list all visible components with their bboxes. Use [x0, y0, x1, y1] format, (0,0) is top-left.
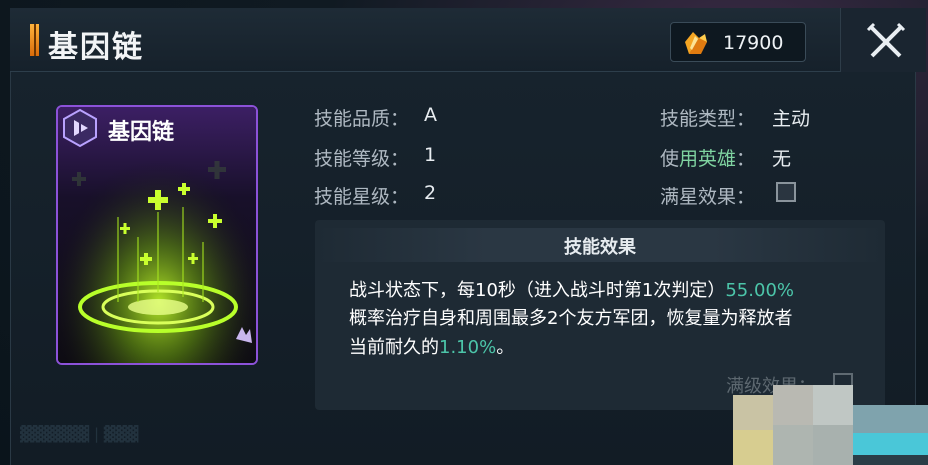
quality-label: 技能品质： — [314, 108, 410, 130]
level-value: 1 — [424, 144, 437, 166]
hero-value: 无 — [772, 148, 792, 170]
effect-line-3: 当前耐久的1.10%。 — [349, 337, 515, 358]
crystal-icon — [685, 32, 707, 54]
level-label: 技能等级： — [314, 148, 410, 170]
crossed-swords-icon — [866, 22, 906, 58]
type-label: 技能类型： — [660, 108, 756, 130]
effect-title: 技能效果 — [564, 237, 636, 258]
header-bar: 基因链 17900 — [10, 8, 926, 72]
currency-value: 17900 — [723, 32, 784, 54]
effect-line-1: 战斗状态下，每10秒（进入战斗时第1次判定）55.00% — [349, 280, 794, 301]
currency-display[interactable]: 17900 — [670, 22, 806, 62]
star-label: 技能星级： — [314, 186, 410, 208]
page-title: 基因链 — [48, 30, 144, 65]
hero-label: 使用英雄： — [660, 148, 756, 170]
faded-background-text: ▓▓▓▓▓▓ | ▓▓▓ — [20, 425, 139, 443]
skill-detail-screen: 基因链 17900 基因链 技能品质： A 技能等级： 1 技能星级： 2 技能… — [0, 0, 928, 465]
mosaic-overlay — [733, 385, 928, 465]
full-star-checkbox[interactable] — [776, 182, 796, 202]
close-button[interactable] — [840, 8, 926, 72]
star-value: 2 — [424, 182, 437, 204]
quality-value: A — [424, 104, 437, 126]
card-skill-name: 基因链 — [108, 120, 175, 145]
type-value: 主动 — [772, 108, 811, 130]
full-star-label: 满星效果： — [660, 186, 756, 208]
title-accent-mark — [30, 24, 39, 56]
effect-line-2: 概率治疗自身和周围最多2个友方军团，恢复量为释放者 — [349, 308, 793, 329]
hexagon-emblem-icon — [63, 108, 97, 148]
